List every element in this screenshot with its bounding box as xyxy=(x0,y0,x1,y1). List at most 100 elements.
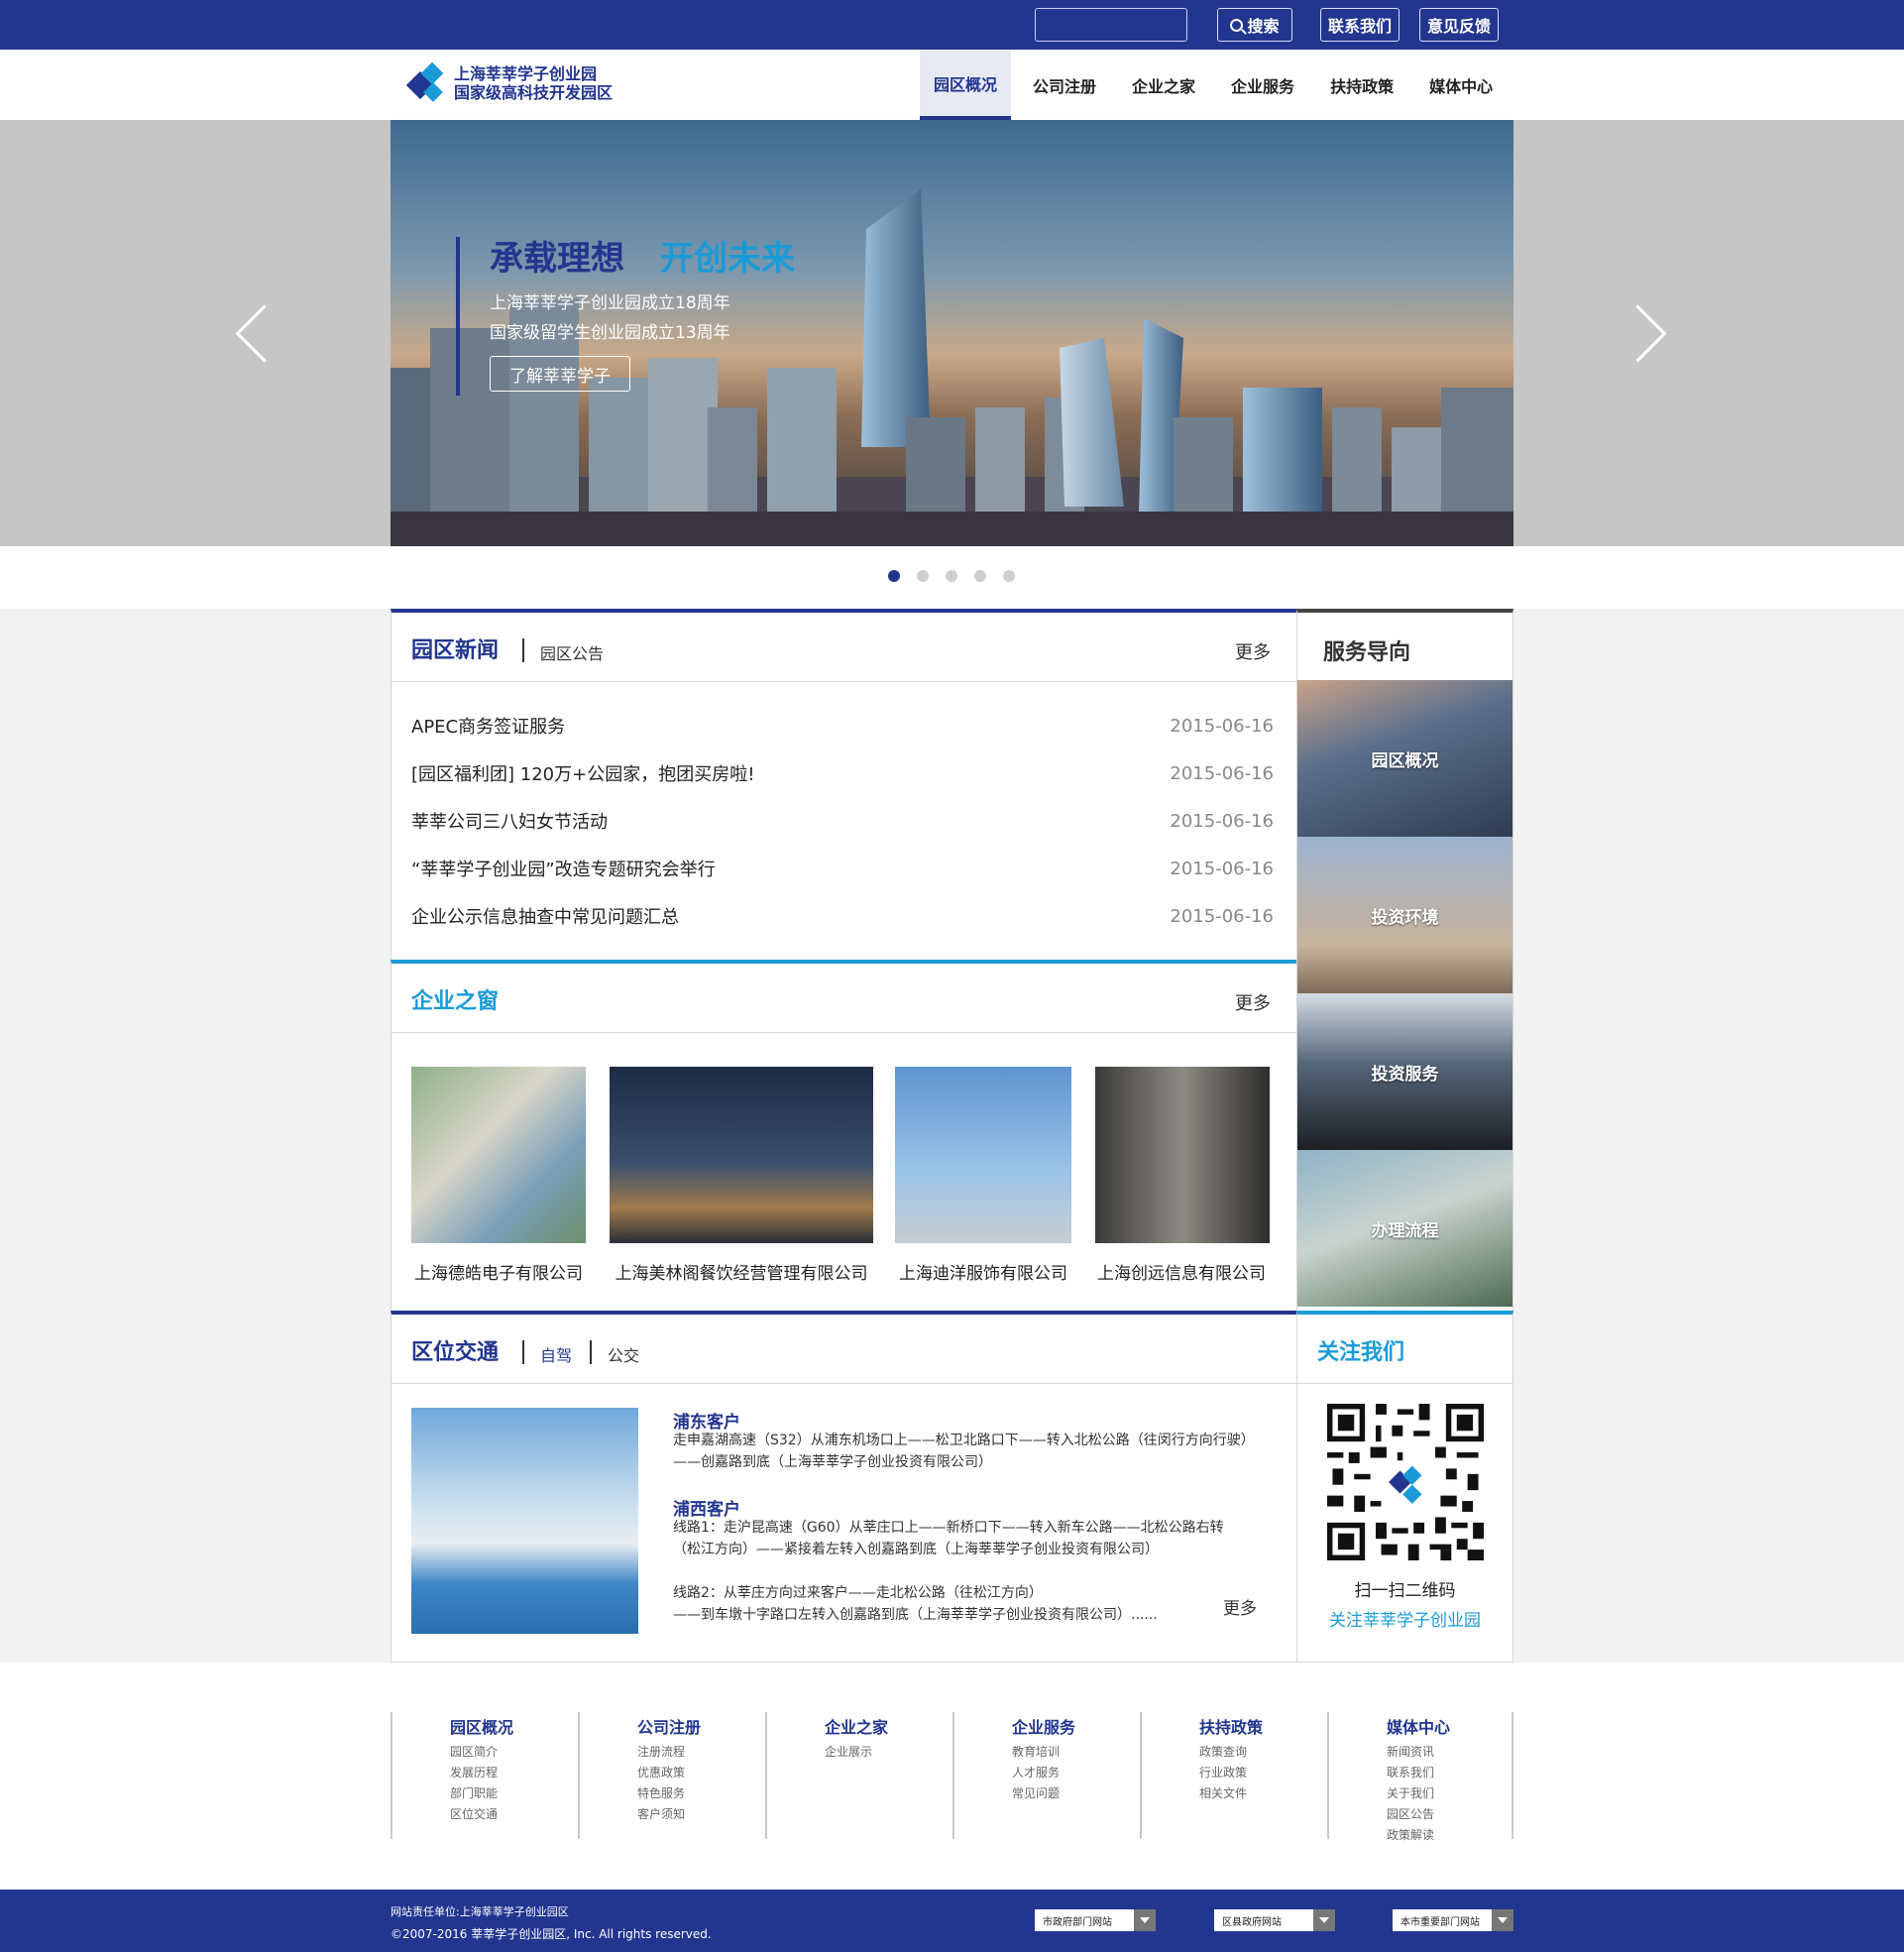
carousel-dot-2[interactable] xyxy=(917,570,929,582)
news-tab-title[interactable]: 园区新闻 xyxy=(411,632,499,664)
company-card[interactable]: 上海美林阁餐饮经营管理有限公司 xyxy=(608,1067,875,1284)
footer-link[interactable]: 政策查询 xyxy=(1199,1742,1327,1763)
service-tile-overview[interactable]: 园区概况 xyxy=(1297,680,1512,837)
footer-column-title[interactable]: 公司注册 xyxy=(637,1714,765,1738)
nav-item-registration[interactable]: 公司注册 xyxy=(1019,50,1110,120)
qr-code-icon xyxy=(1327,1404,1484,1560)
slogan-accent-bar xyxy=(456,237,460,396)
carousel-dot-4[interactable] xyxy=(974,570,986,582)
chevron-down-icon xyxy=(1313,1909,1335,1931)
company-card[interactable]: 上海德皓电子有限公司 xyxy=(411,1067,586,1284)
transport-image xyxy=(411,1408,638,1634)
nav-item-media-center[interactable]: 媒体中心 xyxy=(1415,50,1507,120)
window-title: 企业之窗 xyxy=(411,989,500,1014)
site-logo[interactable]: 上海莘莘学子创业园 国家级高科技开发园区 xyxy=(405,61,614,103)
announcements-tab[interactable]: 园区公告 xyxy=(540,640,604,664)
footer-link[interactable]: 园区简介 xyxy=(450,1742,578,1763)
nav-item-support-policy[interactable]: 扶持政策 xyxy=(1316,50,1407,120)
search-button-label: 搜索 xyxy=(1247,17,1280,36)
carousel-prev-arrow-icon[interactable] xyxy=(238,303,268,363)
city-gov-sites-select[interactable]: 市政府部门网站 xyxy=(1035,1909,1156,1931)
footer-column-title[interactable]: 媒体中心 xyxy=(1387,1714,1512,1738)
news-date: 2015-06-16 xyxy=(1170,715,1274,737)
carousel-dots xyxy=(888,570,1015,582)
banner-line-2: 国家级留学生创业园成立13周年 xyxy=(490,323,730,343)
nav-item-overview[interactable]: 园区概况 xyxy=(920,50,1012,120)
footer-column-title[interactable]: 园区概况 xyxy=(450,1714,578,1738)
company-image xyxy=(1095,1067,1270,1243)
footer-link[interactable]: 发展历程 xyxy=(450,1763,578,1783)
transport-more-link[interactable]: 更多 xyxy=(1223,1594,1257,1619)
footer-link[interactable]: 教育培训 xyxy=(1012,1742,1140,1763)
company-card[interactable]: 上海创远信息有限公司 xyxy=(1091,1067,1272,1284)
window-more-link[interactable]: 更多 xyxy=(1235,989,1271,1015)
footer-link[interactable]: 常见问题 xyxy=(1012,1783,1140,1804)
banner-slogan-part1: 承载理想 xyxy=(490,239,624,279)
footer-link[interactable]: 部门职能 xyxy=(450,1783,578,1804)
header: 上海莘莘学子创业园 国家级高科技开发园区 园区概况 公司注册 企业之家 企业服务… xyxy=(0,50,1904,120)
footer-link[interactable]: 区位交通 xyxy=(450,1804,578,1825)
footer-link[interactable]: 行业政策 xyxy=(1199,1763,1327,1783)
service-tile-investment-environment[interactable]: 投资环境 xyxy=(1297,837,1512,993)
bus-tab[interactable]: 公交 xyxy=(608,1342,639,1366)
learn-more-button[interactable]: 了解莘莘学子 xyxy=(490,356,630,392)
news-date: 2015-06-16 xyxy=(1170,762,1274,784)
puxi-route-1: 线路1：走沪昆高速（G60）从莘庄口上——新桥口下——转入新车公路——北松公路右… xyxy=(673,1520,1224,1557)
nav-item-enterprise-services[interactable]: 企业服务 xyxy=(1217,50,1308,120)
top-bar: 搜索 联系我们 意见反馈 xyxy=(0,0,1904,50)
qr-caption-follow[interactable]: 关注莘莘学子创业园 xyxy=(1297,1606,1512,1631)
footer-link[interactable]: 关于我们 xyxy=(1387,1783,1512,1804)
news-item[interactable]: “莘莘学子创业园”改造专题研究会举行 2015-06-16 xyxy=(411,845,1274,892)
footer-link[interactable]: 人才服务 xyxy=(1012,1763,1140,1783)
news-date: 2015-06-16 xyxy=(1170,810,1274,832)
footer-column-title[interactable]: 企业服务 xyxy=(1012,1714,1140,1738)
footer-column: 企业服务 教育培训 人才服务 常见问题 xyxy=(952,1712,1140,1839)
footer-column-title[interactable]: 企业之家 xyxy=(825,1714,952,1738)
banner-line-1: 上海莘莘学子创业园成立18周年 xyxy=(490,293,730,313)
service-tile-process[interactable]: 办理流程 xyxy=(1297,1150,1512,1307)
news-item[interactable]: 企业公示信息抽查中常见问题汇总 2015-06-16 xyxy=(411,892,1274,940)
carousel-dot-5[interactable] xyxy=(1003,570,1015,582)
news-date: 2015-06-16 xyxy=(1170,858,1274,879)
carousel-dot-1[interactable] xyxy=(888,570,900,582)
carousel-dot-3[interactable] xyxy=(946,570,957,582)
transport-header: 区位交通 自驾 公交 xyxy=(392,1315,1296,1384)
district-gov-sites-select[interactable]: 区县政府网站 xyxy=(1214,1909,1335,1931)
tab-divider xyxy=(590,1340,592,1364)
logo-subtitle: 国家级高科技开发园区 xyxy=(454,83,614,102)
footer-link[interactable]: 政策解读 xyxy=(1387,1825,1512,1846)
search-button[interactable]: 搜索 xyxy=(1217,8,1292,42)
footer-link[interactable]: 客户须知 xyxy=(637,1804,765,1825)
contact-us-button[interactable]: 联系我们 xyxy=(1320,8,1400,42)
news-item[interactable]: 莘莘公司三八妇女节活动 2015-06-16 xyxy=(411,797,1274,845)
footer-link[interactable]: 新闻资讯 xyxy=(1387,1742,1512,1763)
news-more-link[interactable]: 更多 xyxy=(1235,638,1271,664)
footer-link[interactable]: 优惠政策 xyxy=(637,1763,765,1783)
news-item[interactable]: [园区福利团] 120万+公园家，抱团买房啦! 2015-06-16 xyxy=(411,749,1274,797)
footer-link[interactable]: 注册流程 xyxy=(637,1742,765,1763)
service-guide-panel: 服务导向 园区概况 投资环境 投资服务 办理流程 xyxy=(1296,609,1513,1313)
nav-item-enterprise-home[interactable]: 企业之家 xyxy=(1118,50,1209,120)
feedback-button[interactable]: 意见反馈 xyxy=(1419,8,1499,42)
enterprise-window-panel: 企业之窗 更多 上海德皓电子有限公司 上海美林阁餐饮经营管理有限公司 上海迪洋服… xyxy=(391,960,1297,1313)
transport-title: 区位交通 xyxy=(411,1340,500,1365)
carousel-next-arrow-icon[interactable] xyxy=(1633,303,1663,363)
service-tile-investment-service[interactable]: 投资服务 xyxy=(1297,993,1512,1150)
search-icon xyxy=(1230,18,1244,32)
search-input[interactable] xyxy=(1035,8,1187,42)
footer-link[interactable]: 特色服务 xyxy=(637,1783,765,1804)
drive-tab[interactable]: 自驾 xyxy=(540,1342,572,1366)
footer-owner: 网站责任单位:上海莘莘学子创业园区 xyxy=(391,1905,569,1918)
footer-link[interactable]: 相关文件 xyxy=(1199,1783,1327,1804)
footer-link[interactable]: 联系我们 xyxy=(1387,1763,1512,1783)
company-card[interactable]: 上海迪洋服饰有限公司 xyxy=(893,1067,1073,1284)
key-dept-sites-select[interactable]: 本市重要部门网站 xyxy=(1393,1909,1513,1931)
footer-link[interactable]: 企业展示 xyxy=(825,1742,952,1763)
hero-banner[interactable]: 承载理想 开创未来 上海莘莘学子创业园成立18周年 国家级留学生创业园成立13周… xyxy=(391,120,1513,546)
footer-column: 扶持政策 政策查询 行业政策 相关文件 xyxy=(1140,1712,1327,1839)
footer-column-title[interactable]: 扶持政策 xyxy=(1199,1714,1327,1738)
banner-slogan-part2: 开创未来 xyxy=(660,239,795,279)
company-name: 上海创远信息有限公司 xyxy=(1097,1264,1266,1284)
news-item[interactable]: APEC商务签证服务 2015-06-16 xyxy=(411,702,1274,749)
footer-link[interactable]: 园区公告 xyxy=(1387,1804,1512,1825)
